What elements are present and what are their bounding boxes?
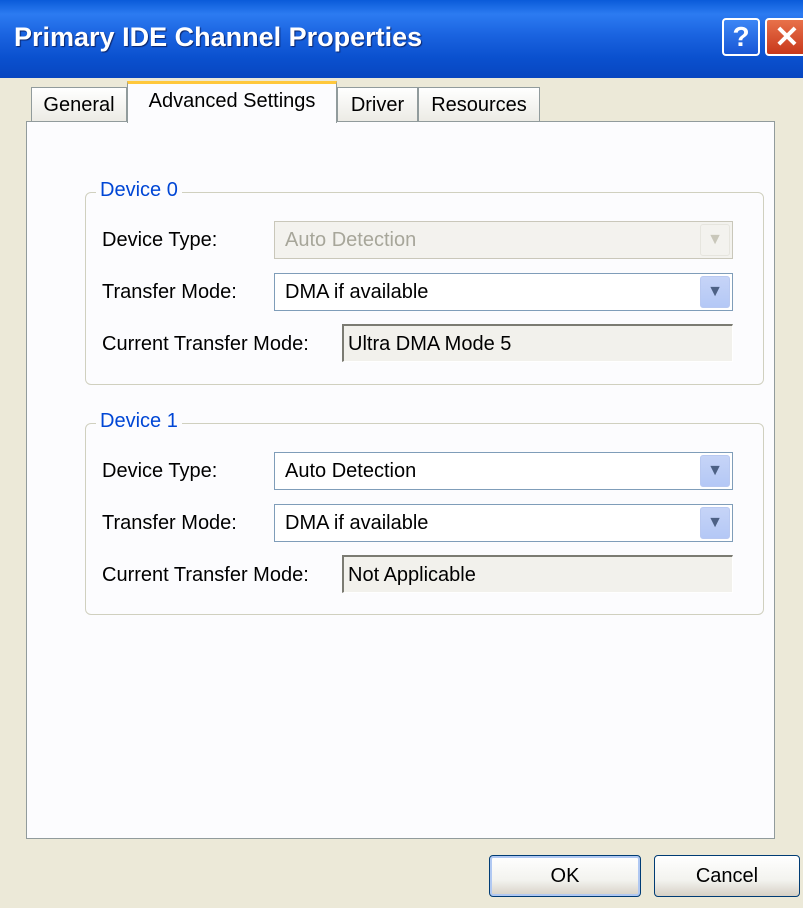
- transfer-mode-value: DMA if available: [285, 281, 429, 303]
- title-bar[interactable]: Primary IDE Channel Properties ? ✕: [0, 0, 803, 78]
- tab-label: Resources: [431, 94, 527, 116]
- current-transfer-mode-value: Not Applicable: [348, 564, 476, 586]
- chevron-down-icon: ▼: [700, 224, 730, 256]
- tab-panel: Device 0 Device Type: Auto Detection ▼ T…: [26, 121, 775, 839]
- current-transfer-mode-value: Ultra DMA Mode 5: [348, 333, 512, 355]
- device-type-select: Auto Detection ▼: [274, 221, 733, 259]
- group-title: Device 0: [96, 179, 182, 202]
- tab-resources[interactable]: Resources: [418, 87, 540, 121]
- chevron-down-icon[interactable]: ▼: [700, 455, 730, 487]
- cancel-label: Cancel: [695, 865, 759, 887]
- ok-label: OK: [550, 865, 580, 887]
- transfer-mode-select[interactable]: DMA if available ▼: [274, 273, 733, 311]
- tab-driver[interactable]: Driver: [337, 87, 418, 121]
- device-1-group: Device 1 Device Type: Auto Detection ▼ T…: [85, 410, 764, 615]
- device-type-label: Device Type:: [102, 229, 218, 251]
- transfer-mode-value: DMA if available: [285, 512, 429, 534]
- current-transfer-mode-field: Not Applicable: [342, 555, 733, 593]
- current-transfer-mode-field: Ultra DMA Mode 5: [342, 324, 733, 362]
- close-button[interactable]: ✕: [765, 18, 803, 56]
- transfer-mode-label: Transfer Mode:: [102, 281, 237, 303]
- device-type-value: Auto Detection: [285, 229, 417, 251]
- tab-label: General: [43, 94, 115, 116]
- ok-button[interactable]: OK: [489, 855, 641, 897]
- help-button[interactable]: ?: [722, 18, 760, 56]
- current-transfer-mode-label: Current Transfer Mode:: [102, 333, 309, 355]
- transfer-mode-select[interactable]: DMA if available ▼: [274, 504, 733, 542]
- current-transfer-mode-label: Current Transfer Mode:: [102, 564, 309, 586]
- tab-label: Driver: [350, 94, 405, 116]
- tab-advanced-settings[interactable]: Advanced Settings: [127, 81, 337, 123]
- transfer-mode-label: Transfer Mode:: [102, 512, 237, 534]
- tab-label: Advanced Settings: [148, 90, 316, 112]
- tab-general[interactable]: General: [31, 87, 127, 121]
- help-icon: ?: [732, 21, 750, 52]
- group-title: Device 1: [96, 410, 182, 433]
- chevron-down-icon[interactable]: ▼: [700, 507, 730, 539]
- close-icon: ✕: [774, 20, 800, 54]
- device-type-select[interactable]: Auto Detection ▼: [274, 452, 733, 490]
- device-0-group: Device 0 Device Type: Auto Detection ▼ T…: [85, 179, 764, 385]
- window-title: Primary IDE Channel Properties: [14, 22, 423, 52]
- device-type-value: Auto Detection: [285, 460, 417, 482]
- cancel-button[interactable]: Cancel: [654, 855, 800, 897]
- device-type-label: Device Type:: [102, 460, 218, 482]
- chevron-down-icon[interactable]: ▼: [700, 276, 730, 308]
